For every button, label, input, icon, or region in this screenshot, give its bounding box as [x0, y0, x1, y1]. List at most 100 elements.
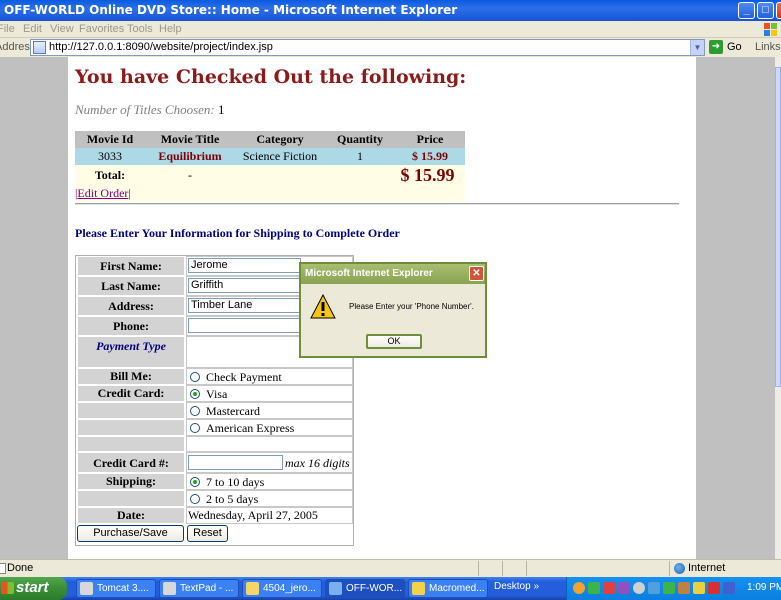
desktop-toolbar[interactable]: Desktop »	[494, 581, 539, 592]
menu-edit[interactable]: Edit	[23, 23, 42, 35]
links-button[interactable]: Links	[755, 41, 781, 53]
console-icon	[80, 582, 93, 595]
tray-app-icon[interactable]	[603, 582, 615, 594]
empty-value-cell	[186, 436, 353, 452]
window-title: OFF-WORLD Online DVD Store:: Home - Micr…	[4, 3, 458, 17]
reset-button[interactable]: Reset	[187, 525, 228, 542]
tray-app-icon[interactable]	[678, 582, 690, 594]
first-name-input[interactable]: Jerome	[188, 258, 301, 273]
mastercard-label: Mastercard	[206, 404, 260, 418]
mastercard-row: Mastercard	[76, 402, 353, 419]
shipping-7-10-label: 7 to 10 days	[206, 475, 265, 489]
empty-label-cell	[77, 490, 185, 507]
address-url[interactable]: http://127.0.0.1:8090/website/project/in…	[49, 41, 273, 53]
amex-radio[interactable]	[190, 423, 200, 433]
order-header-row: Movie Id Movie Title Category Quantity P…	[75, 131, 465, 148]
task-label: Macromed...	[429, 583, 485, 594]
movie-id: 3033	[98, 149, 122, 163]
tray-app-icon[interactable]	[693, 582, 705, 594]
edit-order-text[interactable]: Edit Order	[77, 186, 128, 200]
shipping-2-5-radio[interactable]	[190, 494, 200, 504]
window-title-bar[interactable]: OFF-WORLD Online DVD Store:: Home - Micr…	[0, 0, 781, 21]
scrollbar-thumb[interactable]	[775, 67, 781, 387]
tray-app-icon[interactable]	[633, 582, 645, 594]
tray-app-icon[interactable]	[588, 582, 600, 594]
textpad-icon	[163, 582, 176, 595]
dialog-title: Microsoft Internet Explorer	[305, 268, 433, 279]
close-window-button[interactable]	[776, 2, 781, 19]
windows-logo-icon	[764, 23, 777, 36]
status-bar: Done Internet	[0, 559, 781, 577]
menu-favorites[interactable]: Favorites	[79, 23, 124, 35]
warning-icon	[310, 294, 336, 319]
shipping-fast-row: 2 to 5 days	[76, 490, 353, 507]
menu-help[interactable]: Help	[159, 23, 182, 35]
tray-app-icon[interactable]	[663, 582, 675, 594]
task-label: Tomcat 3....	[97, 583, 149, 594]
address-input[interactable]: http://127.0.0.1:8090/website/project/in…	[30, 39, 705, 56]
tray-app-icon[interactable]	[573, 582, 585, 594]
address-input-field[interactable]: Timber Lane	[188, 298, 301, 313]
shipping-7-10-radio[interactable]	[190, 477, 200, 487]
go-button[interactable]: Go	[727, 41, 742, 53]
address-dropdown-icon[interactable]: ▼	[690, 40, 704, 55]
dialog-ok-button[interactable]: OK	[366, 334, 422, 349]
menu-file[interactable]: File	[0, 23, 15, 35]
maximize-button[interactable]: □	[757, 2, 774, 19]
desktop-label: Desktop	[494, 581, 531, 592]
dialog-close-button[interactable]: ✕	[469, 266, 484, 281]
date-label: Date:	[77, 507, 185, 524]
page-heading: You have Checked Out the following:	[75, 66, 467, 88]
cc-number-label: Credit Card #:	[77, 452, 185, 473]
visa-radio[interactable]	[190, 389, 200, 399]
first-name-label: First Name:	[77, 256, 185, 276]
edit-order-link[interactable]: |Edit Order|	[75, 186, 131, 201]
tray-app-icon[interactable]	[648, 582, 660, 594]
col-movie-id: Movie Id	[86, 132, 134, 146]
phone-input[interactable]	[188, 318, 301, 333]
col-price: Price	[416, 132, 444, 146]
macromedia-icon	[412, 582, 425, 595]
credit-card-label: Credit Card:	[77, 385, 185, 402]
menu-view[interactable]: View	[50, 23, 74, 35]
system-tray: 1:09 PM	[566, 577, 781, 600]
taskbar: start Tomcat 3.... TextPad - ... 4504_je…	[0, 577, 781, 600]
task-folder[interactable]: 4504_jero...	[242, 579, 322, 598]
cc-number-input[interactable]	[188, 455, 283, 470]
minimize-button[interactable]: _	[738, 2, 755, 19]
movie-price: $ 15.99	[412, 149, 448, 163]
alert-dialog: Microsoft Internet Explorer ✕ Please Ent…	[299, 262, 487, 358]
task-tomcat[interactable]: Tomcat 3....	[76, 579, 156, 598]
dialog-message: Please Enter your 'Phone Number'.	[349, 302, 474, 311]
bill-me-label: Bill Me:	[77, 368, 185, 385]
shipping-label: Shipping:	[77, 473, 185, 490]
last-name-label: Last Name:	[77, 276, 185, 296]
purchase-save-button[interactable]: Purchase/Save	[77, 525, 184, 542]
check-payment-radio[interactable]	[190, 372, 200, 382]
empty-label-cell	[77, 402, 185, 419]
movie-title: Equilibrium	[158, 149, 222, 163]
task-macromedia[interactable]: Macromed...	[408, 579, 488, 598]
last-name-input[interactable]: Griffith	[188, 278, 301, 293]
task-ie-offworld[interactable]: OFF-WOR...	[325, 579, 405, 598]
date-row: Date: Wednesday, April 27, 2005	[76, 507, 353, 524]
start-button[interactable]: start	[0, 577, 67, 600]
status-text: Done	[7, 562, 34, 574]
dialog-title-bar[interactable]: Microsoft Internet Explorer ✕	[301, 264, 485, 284]
task-label: OFF-WOR...	[346, 583, 403, 594]
buttons-row: Purchase/Save Reset	[76, 524, 353, 545]
check-payment-label: Check Payment	[206, 370, 282, 384]
tray-app-icon[interactable]	[723, 582, 735, 594]
total-label: Total:	[94, 168, 126, 182]
tray-app-icon[interactable]	[618, 582, 630, 594]
start-label: start	[16, 579, 49, 596]
menu-tools[interactable]: Tools	[127, 23, 153, 35]
shipping-2-5-label: 2 to 5 days	[206, 492, 259, 506]
vertical-scrollbar[interactable]	[775, 57, 781, 559]
total-dash: -	[188, 168, 192, 182]
tray-app-icon[interactable]	[708, 582, 720, 594]
go-arrow-icon[interactable]: ➜	[709, 40, 723, 54]
mastercard-radio[interactable]	[190, 406, 200, 416]
task-textpad[interactable]: TextPad - ...	[159, 579, 239, 598]
table-row: 3033 Equilibrium Science Fiction 1 $ 15.…	[75, 148, 465, 165]
